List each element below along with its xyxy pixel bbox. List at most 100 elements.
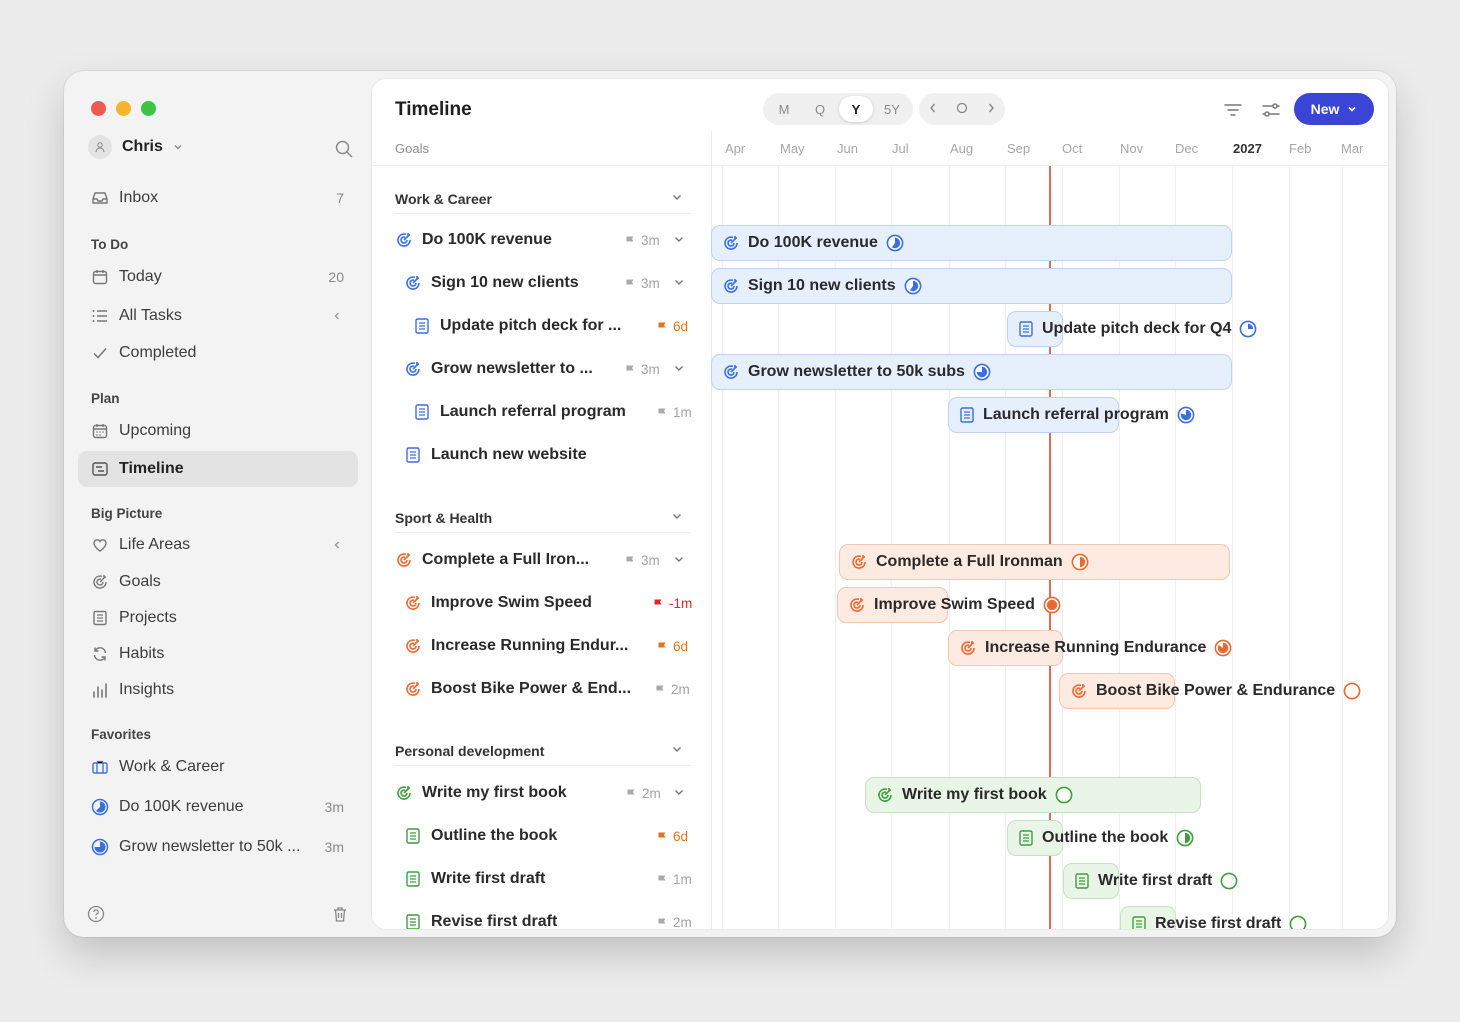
project-row[interactable]: Outline the book 6d [404, 822, 691, 850]
sidebar-item-life-areas[interactable]: Life Areas [78, 527, 358, 563]
timeline-bar[interactable]: Complete a Full Ironman [839, 544, 1230, 580]
chevron-left-icon[interactable] [332, 538, 342, 553]
chevron-down-icon[interactable] [673, 553, 685, 568]
flag-icon [658, 831, 666, 841]
goal-target-icon [395, 784, 413, 802]
chevron-left-icon[interactable] [332, 309, 342, 324]
section-header-todo: To Do [91, 237, 129, 252]
year-label: 2027 [1233, 141, 1262, 156]
chevron-down-icon [1348, 106, 1356, 112]
timeline-bar[interactable]: Launch referral program [948, 397, 1195, 433]
row-meta-text: 1m [673, 404, 692, 420]
project-row[interactable]: Update pitch deck for ... 6d [413, 312, 691, 340]
timeline-bar[interactable]: Sign 10 new clients [711, 268, 1232, 304]
project-row[interactable]: Launch referral program 1m [413, 398, 692, 426]
timeline-bar[interactable]: Improve Swim Speed [837, 587, 1061, 623]
sidebar-item-inbox[interactable]: Inbox 7 [78, 180, 358, 216]
row-title: Outline the book [431, 827, 558, 844]
sidebar: Chris Inbox 7 To Do Today 20 All Tasks C… [64, 71, 372, 937]
timeline-bar[interactable]: Outline the book [1007, 820, 1194, 856]
zoom-5-year-button[interactable]: 5Y [875, 96, 909, 122]
group-header-work-career[interactable]: Work & Career [395, 184, 691, 214]
previous-period-button[interactable] [928, 101, 938, 117]
go-to-today-button[interactable] [956, 101, 968, 117]
project-icon [404, 446, 422, 464]
new-button[interactable]: New [1294, 93, 1374, 125]
minimize-window-button[interactable] [116, 101, 131, 116]
user-switcher[interactable]: Chris [88, 135, 183, 159]
trash-icon[interactable] [331, 905, 349, 928]
row-meta: 2m [626, 786, 661, 801]
favorite-do-100k-revenue[interactable]: Do 100K revenue 3m [78, 789, 358, 825]
timeline-bar[interactable]: Boost Bike Power & Endurance [1059, 673, 1361, 709]
project-row[interactable]: Launch new website [404, 441, 691, 469]
row-title: Launch new website [431, 446, 587, 463]
month-label: Oct [1062, 141, 1083, 156]
page-title: Timeline [395, 99, 472, 120]
sidebar-item-all-tasks[interactable]: All Tasks [78, 298, 358, 334]
favorite-work-career[interactable]: Work & Career [78, 749, 358, 785]
view-options-button[interactable] [1260, 99, 1282, 121]
goal-row[interactable]: Sign 10 new clients 3m [404, 269, 691, 297]
progress-ring-icon [973, 363, 991, 381]
sidebar-item-upcoming[interactable]: Upcoming [78, 413, 358, 449]
chevron-down-icon[interactable] [671, 191, 683, 206]
row-meta: 3m [625, 233, 660, 248]
timeline-bar[interactable]: Do 100K revenue [711, 225, 1232, 261]
goals-column-header: Goals [395, 141, 429, 156]
chevron-down-icon[interactable] [671, 743, 683, 758]
close-window-button[interactable] [91, 101, 106, 116]
goal-row[interactable]: Write my first book 2m [395, 779, 691, 807]
timeline-bar[interactable]: Revise first draft [1120, 906, 1307, 929]
flag-icon [658, 641, 666, 651]
project-row[interactable]: Revise first draft 2m [404, 908, 692, 929]
sidebar-item-today[interactable]: Today 20 [78, 259, 358, 295]
filter-button[interactable] [1222, 99, 1244, 121]
group-header-sport-health[interactable]: Sport & Health [395, 503, 691, 533]
chevron-down-icon[interactable] [673, 362, 685, 377]
favorite-grow-newsletter[interactable]: Grow newsletter to 50k ... 3m [78, 829, 358, 865]
flag-icon [658, 407, 666, 417]
sidebar-item-completed[interactable]: Completed [78, 335, 358, 371]
goal-row[interactable]: Complete a Full Iron... 3m [395, 546, 691, 574]
goal-row[interactable]: Boost Bike Power & End... 2m [404, 675, 691, 703]
zoom-window-button[interactable] [141, 101, 156, 116]
zoom-year-button[interactable]: Y [839, 96, 873, 122]
timeline-bar[interactable]: Grow newsletter to 50k subs [711, 354, 1232, 390]
bar-label: Launch referral program [983, 406, 1169, 423]
sidebar-item-goals[interactable]: Goals [78, 564, 358, 600]
month-label: Nov [1120, 141, 1144, 156]
timeline-bar[interactable]: Write first draft [1063, 863, 1238, 899]
zoom-month-button[interactable]: M [767, 96, 801, 122]
inbox-icon [91, 189, 109, 207]
section-header-favorites: Favorites [91, 727, 152, 742]
chevron-down-icon[interactable] [671, 510, 683, 525]
row-title: Boost Bike Power & End... [431, 680, 632, 697]
help-icon[interactable] [87, 905, 105, 928]
next-period-button[interactable] [986, 101, 996, 117]
goal-row[interactable]: Grow newsletter to ... 3m [404, 355, 691, 383]
progress-ring-icon [886, 234, 904, 252]
project-row[interactable]: Write first draft 1m [404, 865, 692, 893]
timeline-bar[interactable]: Write my first book [865, 777, 1201, 813]
progress-ring-icon [1176, 829, 1194, 847]
group-header-personal-development[interactable]: Personal development [395, 736, 691, 766]
sidebar-item-timeline[interactable]: Timeline [78, 451, 358, 487]
row-meta: 3m [625, 276, 660, 291]
group-title: Work & Career [395, 190, 493, 207]
sidebar-item-habits[interactable]: Habits [78, 636, 358, 672]
sidebar-item-insights[interactable]: Insights [78, 672, 358, 708]
project-icon [959, 406, 975, 424]
chevron-down-icon[interactable] [673, 786, 685, 801]
chevron-down-icon[interactable] [673, 233, 685, 248]
zoom-quarter-button[interactable]: Q [803, 96, 837, 122]
sidebar-item-projects[interactable]: Projects [78, 600, 358, 636]
heart-icon [91, 536, 109, 554]
search-button[interactable] [334, 139, 354, 159]
goal-row[interactable]: Increase Running Endur... 6d [404, 632, 691, 660]
goal-row[interactable]: Improve Swim Speed -1m [404, 589, 692, 617]
timeline-bar[interactable]: Update pitch deck for Q4 [1007, 311, 1257, 347]
goal-row[interactable]: Do 100K revenue 3m [395, 226, 691, 254]
timeline-bar[interactable]: Increase Running Endurance [948, 630, 1232, 666]
chevron-down-icon[interactable] [673, 276, 685, 291]
